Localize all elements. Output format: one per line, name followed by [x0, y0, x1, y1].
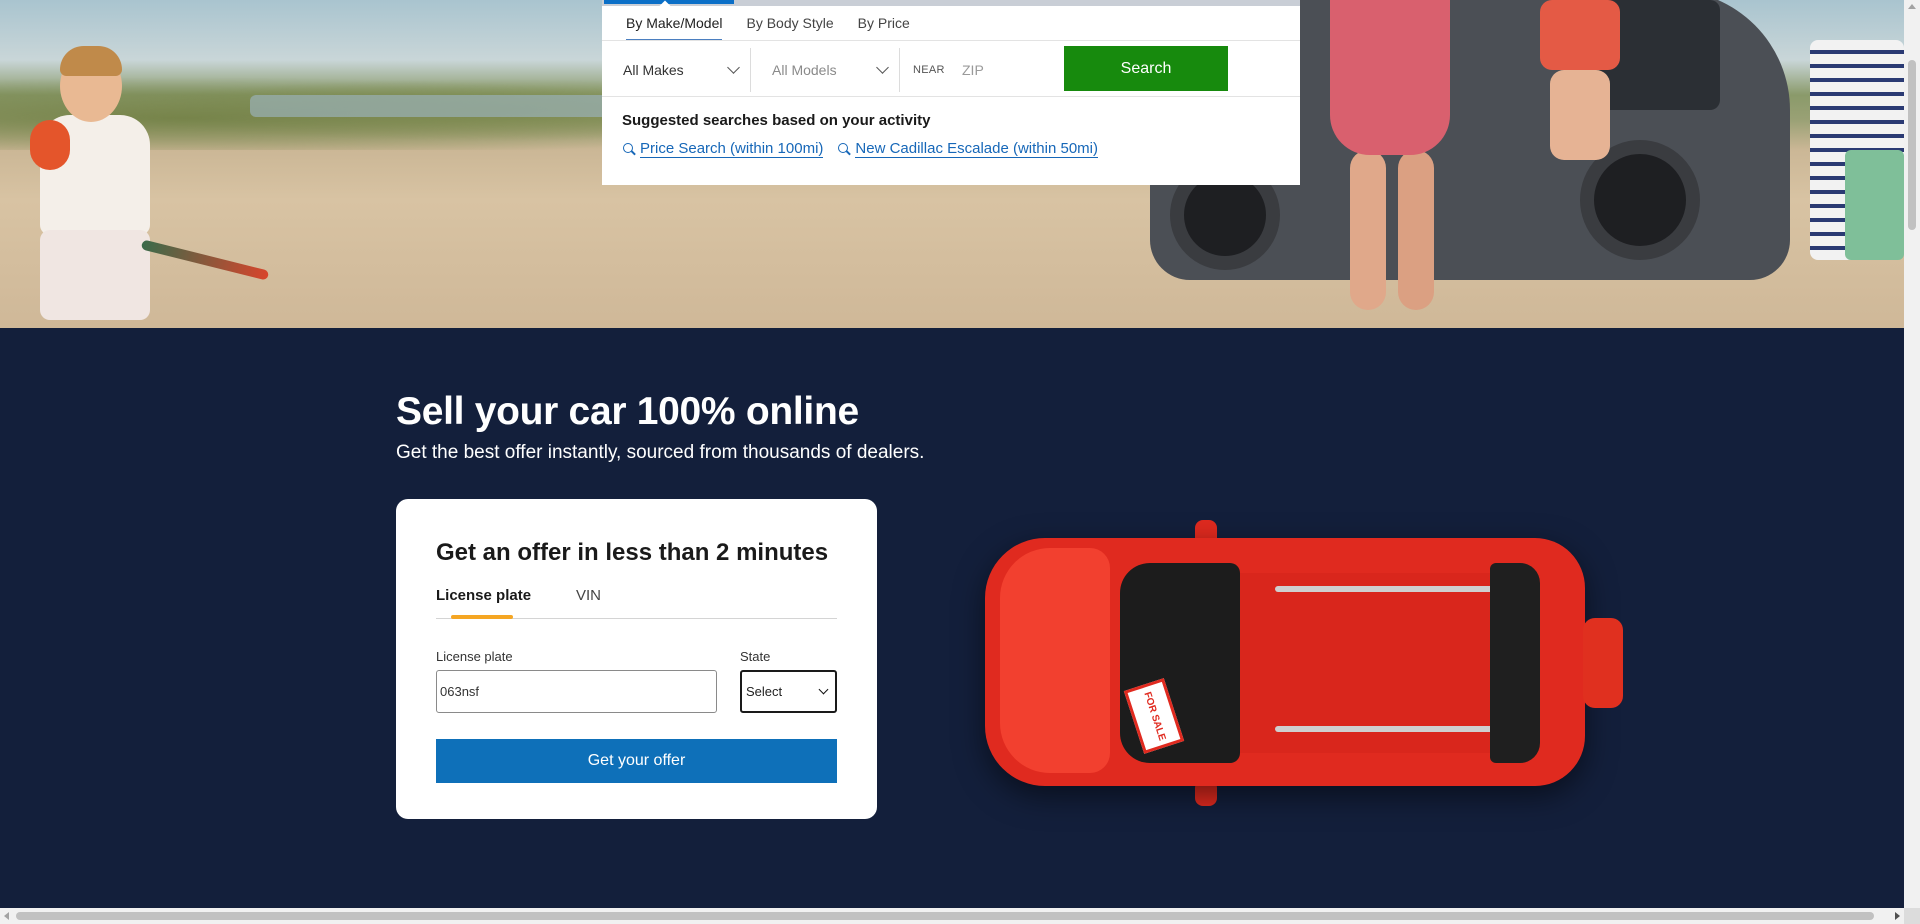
hero-woman [1330, 0, 1450, 320]
suggested-searches: Price Search (within 100mi) New Cadillac… [622, 140, 1098, 158]
license-plate-input[interactable] [436, 670, 717, 713]
chevron-down-icon [818, 684, 829, 695]
tab-by-body-style[interactable]: By Body Style [746, 15, 833, 41]
scroll-left-arrow-icon[interactable] [4, 912, 9, 920]
divider [602, 96, 1300, 97]
get-offer-button[interactable]: Get your offer [436, 739, 837, 783]
model-select-value: All Models [772, 62, 837, 78]
suggested-search-text: New Cadillac Escalade (within 50mi) [855, 140, 1098, 158]
for-sale-sign-text: FOR SALE [1140, 690, 1168, 742]
make-select[interactable]: All Makes [602, 48, 750, 92]
tab-license-plate[interactable]: License plate [436, 587, 531, 604]
horizontal-scroll-thumb[interactable] [16, 912, 1874, 920]
sell-subtitle: Get the best offer instantly, sourced fr… [396, 442, 925, 463]
near-label: NEAR [913, 64, 945, 76]
vertical-scrollbar[interactable] [1904, 0, 1920, 908]
search-panel: By Make/Model By Body Style By Price All… [602, 0, 1300, 185]
zip-input[interactable] [962, 56, 1052, 84]
offer-card-title: Get an offer in less than 2 minutes [436, 539, 829, 566]
state-label: State [740, 649, 771, 664]
suggested-searches-title: Suggested searches based on your activit… [622, 112, 931, 129]
chevron-down-icon [727, 61, 740, 74]
hero-child [30, 46, 180, 328]
suggested-search-link[interactable]: Price Search (within 100mi) [622, 140, 824, 158]
offer-card: Get an offer in less than 2 minutes Lice… [396, 499, 877, 819]
divider [602, 40, 1300, 41]
horizontal-scrollbar[interactable] [0, 908, 1904, 924]
model-select[interactable]: All Models [751, 48, 899, 92]
red-car-illustration: FOR SALE [985, 508, 1625, 808]
active-tab-underline [451, 615, 513, 619]
suggested-search-link[interactable]: New Cadillac Escalade (within 50mi) [837, 140, 1098, 158]
divider [899, 48, 900, 92]
license-plate-label: License plate [436, 649, 513, 664]
search-icon [837, 142, 851, 156]
hero-girl [1530, 0, 1630, 160]
chevron-down-icon [876, 61, 889, 74]
sell-title: Sell your car 100% online [396, 390, 859, 433]
tab-vin[interactable]: VIN [576, 587, 601, 604]
sell-section: Sell your car 100% online Get the best o… [0, 328, 1904, 908]
scrollbar-corner [1904, 908, 1920, 924]
hero-water [250, 95, 630, 117]
tab-by-price[interactable]: By Price [858, 15, 910, 41]
scroll-up-arrow-icon[interactable] [1908, 4, 1916, 9]
scroll-right-arrow-icon[interactable] [1895, 912, 1900, 920]
search-icon [622, 142, 636, 156]
make-select-value: All Makes [623, 62, 684, 78]
offer-tabs: License plate VIN [436, 587, 837, 619]
tab-by-make-model[interactable]: By Make/Model [626, 15, 723, 41]
search-button[interactable]: Search [1064, 46, 1228, 91]
hero-cooler [1845, 150, 1904, 260]
search-mode-tabstrip [602, 0, 1300, 6]
state-select[interactable]: Select [740, 670, 837, 713]
state-select-value: Select [746, 684, 783, 699]
vertical-scroll-thumb[interactable] [1908, 60, 1916, 230]
suggested-search-text: Price Search (within 100mi) [640, 140, 824, 158]
active-mode-indicator [604, 0, 734, 4]
search-subtabs: By Make/Model By Body Style By Price [602, 15, 910, 41]
filter-row: All Makes All Models NEAR Search [602, 42, 1300, 96]
